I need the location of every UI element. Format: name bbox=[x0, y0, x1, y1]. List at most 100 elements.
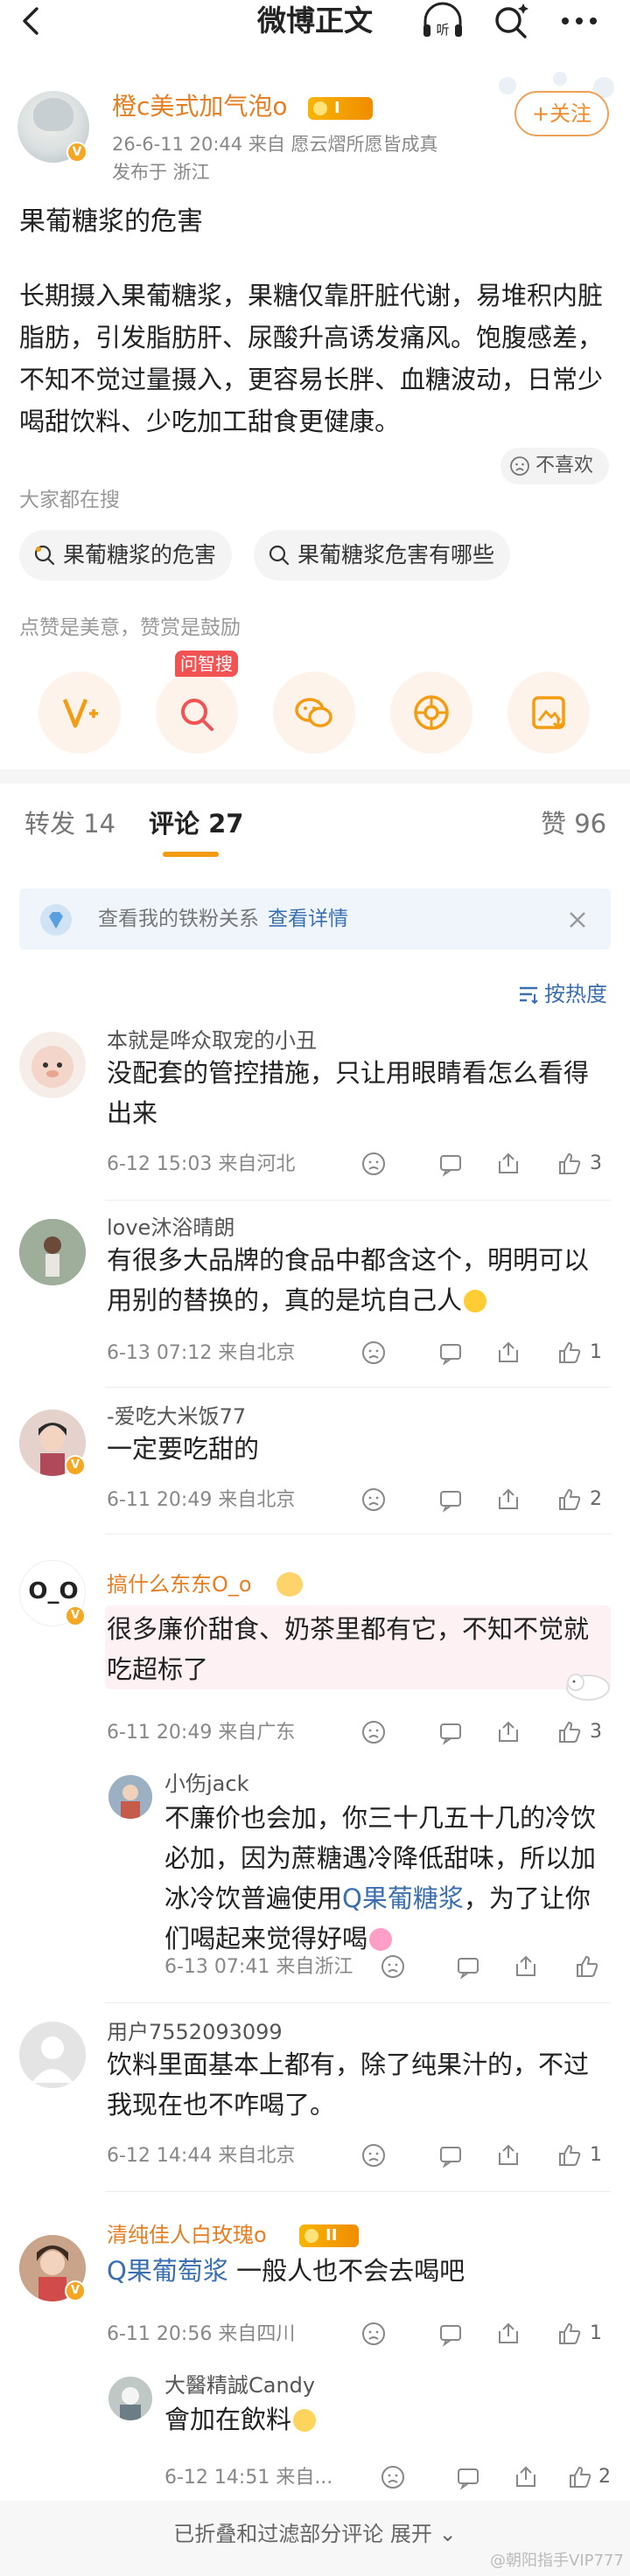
like-icon[interactable] bbox=[567, 2464, 593, 2490]
share-icon[interactable] bbox=[495, 1719, 522, 1745]
verified-badge-icon: V bbox=[65, 1605, 86, 1626]
comment-meta: 6-12 15:03 来自河北 bbox=[107, 1153, 296, 1175]
reply-text: 不廉价也会加，你三十几五十几的冷饮必加，因为蔗糖遇冷降低甜味，所以加冰冷饮普遍使… bbox=[164, 1803, 597, 1953]
share-icon[interactable] bbox=[495, 2321, 522, 2347]
tab-like[interactable]: 赞 96 bbox=[541, 806, 606, 841]
dislike-icon[interactable] bbox=[360, 1486, 387, 1513]
reply-icon[interactable] bbox=[438, 1151, 464, 1177]
comment-separator bbox=[105, 1387, 611, 1388]
dislike-icon[interactable] bbox=[380, 1953, 406, 1980]
reply-icon[interactable] bbox=[455, 2464, 481, 2490]
topic-link[interactable]: Q果葡糖浆 bbox=[342, 1883, 464, 1913]
ai-search-icon[interactable] bbox=[490, 0, 532, 42]
dislike-button[interactable]: 不喜欢 bbox=[500, 448, 609, 484]
dislike-icon[interactable] bbox=[360, 1151, 387, 1177]
commenter-avatar[interactable] bbox=[19, 1032, 86, 1098]
dislike-icon[interactable] bbox=[360, 2142, 387, 2169]
sort-by-heat-button[interactable]: 按热度 bbox=[518, 979, 607, 1009]
commenter-name[interactable]: 用户7552093099 bbox=[107, 2018, 283, 2046]
share-icon[interactable] bbox=[513, 1953, 539, 1980]
reply-meta: 6-12 14:51 来自... bbox=[164, 2467, 333, 2489]
comment-meta: 6-13 07:12 来自北京 bbox=[107, 1342, 296, 1364]
tab-active-indicator bbox=[163, 852, 219, 857]
like-icon[interactable] bbox=[556, 2142, 583, 2169]
verified-badge-icon: V bbox=[65, 1455, 86, 1476]
commenter-name[interactable]: 本就是哗众取宠的小丑 bbox=[107, 1027, 317, 1055]
more-icon[interactable] bbox=[556, 3, 602, 38]
back-arrow-icon[interactable] bbox=[12, 2, 51, 40]
commenter-name[interactable]: 清纯佳人白玫瑰o bbox=[107, 2221, 267, 2249]
commenter-name[interactable]: love沐浴晴朗 bbox=[107, 1214, 234, 1242]
commenter-name[interactable]: -爱吃大米饭77 bbox=[107, 1403, 246, 1431]
search-chip-2[interactable]: 果葡糖浆危害有哪些 bbox=[254, 530, 511, 581]
like-count: 1 bbox=[590, 1341, 602, 1363]
dislike-icon[interactable] bbox=[360, 1340, 387, 1366]
replier-name[interactable]: 大醫精誠Candy bbox=[164, 2371, 315, 2399]
share-icon[interactable] bbox=[495, 1486, 522, 1513]
reply-icon[interactable] bbox=[438, 2142, 464, 2169]
commenter-avatar[interactable] bbox=[19, 2022, 86, 2088]
like-icon[interactable] bbox=[556, 1340, 583, 1366]
replier-avatar[interactable] bbox=[108, 1775, 152, 1819]
dislike-icon[interactable] bbox=[360, 1719, 387, 1745]
commenter-avatar[interactable] bbox=[19, 1219, 86, 1285]
comment-text: Q果葡萄浆 一般人也不会去喝吧 bbox=[107, 2256, 466, 2286]
save-image-icon[interactable] bbox=[508, 672, 590, 754]
reply-icon[interactable] bbox=[438, 1719, 464, 1745]
comment-text: 很多廉价甜食、奶茶里都有它，不知不觉就吃超标了 bbox=[107, 1614, 590, 1684]
reply-icon[interactable] bbox=[455, 1953, 481, 1980]
fan-banner-link[interactable]: 查看详情 bbox=[268, 908, 348, 930]
topic-link[interactable]: Q果葡萄浆 bbox=[107, 2256, 228, 2286]
fan-banner-text: 查看我的铁粉关系 查看详情 bbox=[98, 908, 348, 930]
share-icon[interactable] bbox=[495, 2142, 522, 2169]
post-location: 发布于 浙江 bbox=[112, 162, 210, 183]
share-icon[interactable] bbox=[495, 1340, 522, 1366]
reply-meta: 6-13 07:41 来自浙江 bbox=[164, 1956, 354, 1978]
commenter-name[interactable]: 搞什么东东O_o bbox=[107, 1570, 252, 1598]
post-card: V 橙c美式加气泡o I 26-6-11 20:44 来自 愿云熠所愿皆成真 发… bbox=[0, 68, 630, 768]
search-chip-1[interactable]: 果葡糖浆的危害 bbox=[19, 530, 233, 581]
tab-repost[interactable]: 转发 14 bbox=[24, 806, 116, 841]
reply-text: 會加在飲料 bbox=[164, 2399, 612, 2440]
reply-icon[interactable] bbox=[438, 2321, 464, 2347]
comment-text: 饮料里面基本上都有，除了纯果汁的，不过我现在也不咋喝了。 bbox=[107, 2050, 590, 2120]
ai-search-share-icon[interactable] bbox=[156, 672, 238, 754]
comment-text: 有很多大品牌的食品中都含这个，明明可以用别的替换的，真的是坑自己人 bbox=[107, 1245, 590, 1315]
reply-icon[interactable] bbox=[438, 1486, 464, 1513]
comment-meta: 6-11 20:49 来自广东 bbox=[107, 1722, 296, 1744]
listen-icon[interactable]: 听 bbox=[418, 2, 467, 40]
sort-label: 按热度 bbox=[544, 982, 607, 1006]
like-count: 1 bbox=[590, 2322, 602, 2344]
close-icon[interactable] bbox=[565, 908, 590, 932]
fan-relation-banner[interactable]: 查看我的铁粉关系 查看详情 bbox=[19, 888, 611, 950]
like-icon[interactable] bbox=[574, 1953, 600, 1980]
like-icon[interactable] bbox=[556, 2321, 583, 2347]
sad-face-icon bbox=[510, 456, 529, 476]
wechat-icon[interactable] bbox=[273, 672, 355, 754]
dislike-icon[interactable] bbox=[380, 2464, 406, 2490]
chevron-down-icon: ⌄ bbox=[438, 2522, 457, 2546]
like-hint: 点赞是美意，赞赏是鼓励 bbox=[19, 616, 241, 639]
share-icon[interactable] bbox=[495, 1151, 522, 1177]
reply-icon[interactable] bbox=[438, 1340, 464, 1366]
comment-text: 没配套的管控措施，只让用眼睛看怎么看得出来 bbox=[107, 1058, 590, 1128]
verified-badge-icon: V bbox=[66, 142, 88, 163]
replier-avatar[interactable] bbox=[108, 2377, 152, 2420]
like-icon[interactable] bbox=[556, 1151, 583, 1177]
author-name[interactable]: 橙c美式加气泡o bbox=[112, 91, 288, 122]
comment-text: 一定要吃甜的 bbox=[107, 1434, 260, 1464]
share-icon[interactable] bbox=[513, 2464, 539, 2490]
level-badge[interactable]: II bbox=[299, 2224, 359, 2247]
level-badge[interactable]: I bbox=[308, 97, 373, 120]
replier-name[interactable]: 小伤jack bbox=[164, 1770, 248, 1798]
vip-plus-icon[interactable] bbox=[38, 672, 121, 754]
search-icon bbox=[269, 545, 290, 566]
trending-search-label: 大家都在搜 bbox=[19, 489, 120, 512]
tab-comment[interactable]: 评论 27 bbox=[149, 806, 243, 841]
moments-icon[interactable] bbox=[390, 672, 472, 754]
like-icon[interactable] bbox=[556, 1719, 583, 1745]
like-icon[interactable] bbox=[556, 1486, 583, 1513]
dislike-icon[interactable] bbox=[360, 2321, 387, 2347]
dislike-label: 不喜欢 bbox=[536, 455, 594, 477]
follow-button[interactable]: +关注 bbox=[514, 91, 609, 136]
